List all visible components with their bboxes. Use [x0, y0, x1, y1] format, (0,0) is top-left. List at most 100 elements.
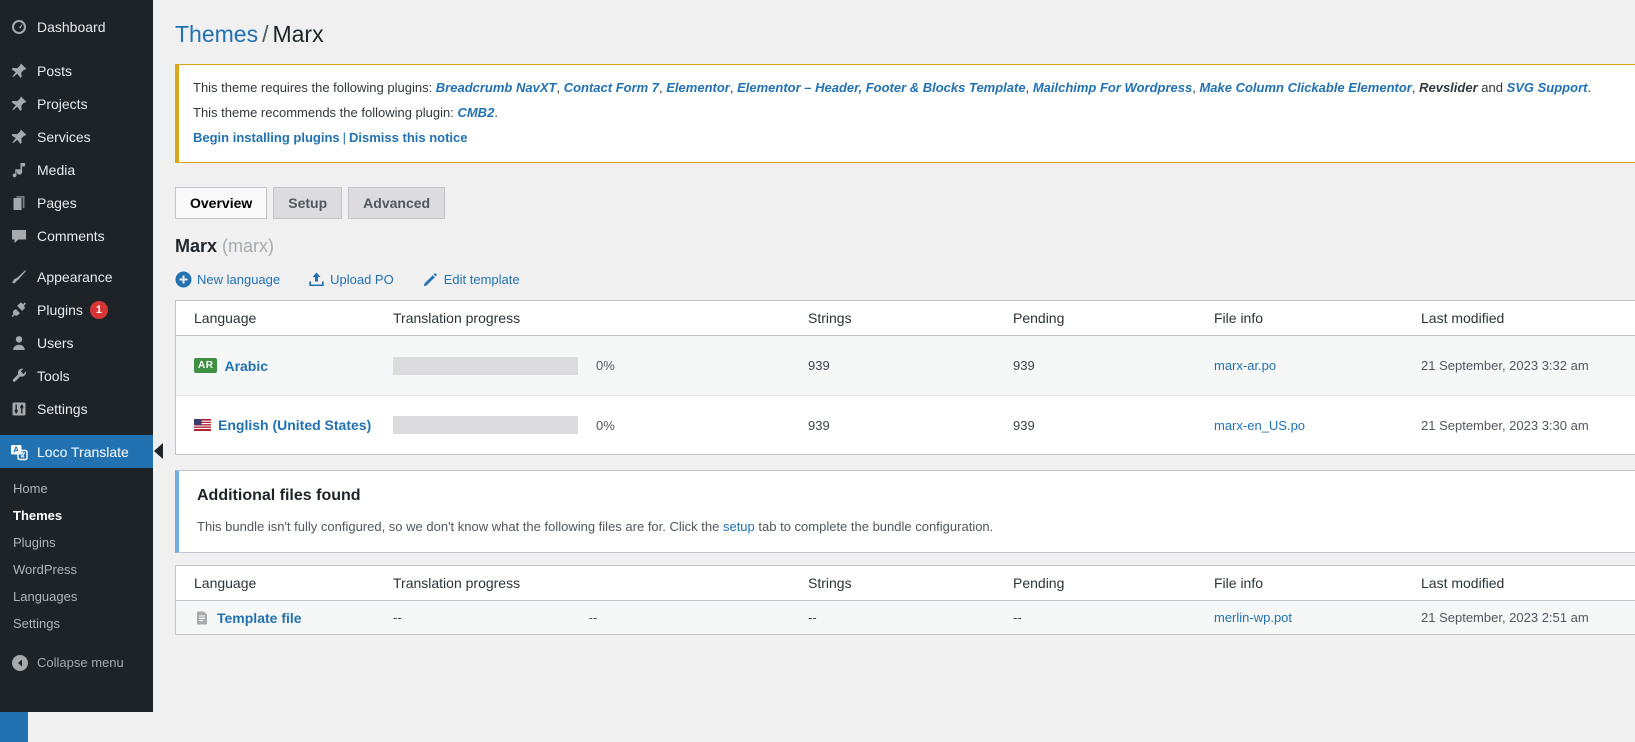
sidebar-item-media[interactable]: Media — [0, 153, 153, 186]
current-menu-arrow — [146, 443, 163, 459]
progress-bar — [393, 416, 578, 434]
breadcrumb-themes-link[interactable]: Themes — [175, 21, 258, 47]
pot-file-link[interactable]: merlin-wp.pot — [1214, 610, 1292, 625]
appearance-icon — [9, 267, 29, 287]
upload-po-button[interactable]: Upload PO — [308, 271, 394, 288]
submenu-item-home[interactable]: Home — [0, 475, 153, 502]
pending-count: 939 — [1013, 418, 1214, 433]
last-modified-date: 21 September, 2023 3:30 am — [1421, 418, 1635, 433]
settings-icon — [9, 399, 29, 419]
upload-icon — [308, 271, 325, 288]
tab-overview[interactable]: Overview — [175, 187, 267, 219]
template-table: Language Translation progress Strings Pe… — [175, 565, 1635, 635]
sidebar-item-appearance[interactable]: Appearance — [0, 260, 153, 293]
sidebar-item-plugins[interactable]: Plugins 1 — [0, 293, 153, 326]
sidebar-item-label: Posts — [37, 63, 72, 79]
language-link[interactable]: English (United States) — [218, 417, 371, 433]
strings-count: 939 — [808, 418, 1013, 433]
sidebar-item-services[interactable]: Services — [0, 120, 153, 153]
submenu-item-languages[interactable]: Languages — [0, 583, 153, 610]
table-row-english-us: English (United States) 0% 939 939 marx-… — [176, 395, 1635, 454]
po-file-link[interactable]: marx-en_US.po — [1214, 418, 1305, 433]
pending-count: -- — [1013, 610, 1214, 625]
additional-files-panel: Additional files found This bundle isn't… — [175, 470, 1635, 553]
sidebar-item-tools[interactable]: Tools — [0, 359, 153, 392]
plugin-link[interactable]: Elementor – Header, Footer & Blocks Temp… — [737, 80, 1026, 95]
col-progress: Translation progress — [393, 575, 808, 591]
document-icon — [194, 610, 210, 626]
edit-template-button[interactable]: Edit template — [422, 271, 520, 288]
dismiss-notice-link[interactable]: Dismiss this notice — [349, 130, 467, 145]
submenu-item-wordpress[interactable]: WordPress — [0, 556, 153, 583]
template-file-link[interactable]: Template file — [217, 610, 302, 626]
bundle-actions: New language Upload PO Edit template — [175, 271, 1635, 288]
col-language: Language — [194, 575, 393, 591]
breadcrumb: Themes/Marx — [175, 20, 1635, 49]
sidebar-item-label: Plugins — [37, 302, 83, 318]
sidebar-item-label: Settings — [37, 401, 88, 417]
tgmpa-plugin-notice: This theme requires the following plugin… — [175, 64, 1635, 163]
col-last-modified: Last modified — [1421, 310, 1635, 326]
last-modified-date: 21 September, 2023 2:51 am — [1421, 610, 1635, 625]
percent-dash: -- — [589, 610, 598, 625]
sidebar-item-settings[interactable]: Settings — [0, 392, 153, 425]
loco-translate-submenu: Home Themes Plugins WordPress Languages … — [0, 468, 153, 649]
submenu-item-plugins[interactable]: Plugins — [0, 529, 153, 556]
sidebar-item-comments[interactable]: Comments — [0, 219, 153, 252]
tools-icon — [9, 366, 29, 386]
plugin-link[interactable]: Make Column Clickable Elementor — [1199, 80, 1411, 95]
bundle-heading: Marx (marx) — [175, 236, 1635, 257]
plugin-link[interactable]: Contact Form 7 — [564, 80, 659, 95]
setup-tab-link[interactable]: setup — [723, 519, 755, 534]
submenu-item-settings[interactable]: Settings — [0, 610, 153, 637]
tab-advanced[interactable]: Advanced — [348, 187, 445, 219]
col-last-modified: Last modified — [1421, 575, 1635, 591]
col-strings: Strings — [808, 575, 1013, 591]
sidebar-item-posts[interactable]: Posts — [0, 54, 153, 87]
collapse-menu-label: Collapse menu — [37, 655, 124, 670]
notice-required-line: This theme requires the following plugin… — [193, 75, 1635, 100]
pin-icon — [9, 61, 29, 81]
col-progress: Translation progress — [393, 310, 808, 326]
po-file-link[interactable]: marx-ar.po — [1214, 358, 1276, 373]
tab-setup[interactable]: Setup — [273, 187, 342, 219]
locale-badge-ar: AR — [194, 358, 217, 373]
sidebar-item-label: Tools — [37, 368, 70, 384]
plugin-link[interactable]: SVG Support — [1507, 80, 1588, 95]
submenu-item-themes[interactable]: Themes — [0, 502, 153, 529]
language-link[interactable]: Arabic — [224, 358, 268, 374]
pending-count: 939 — [1013, 358, 1214, 373]
media-icon — [9, 160, 29, 180]
plugins-update-badge: 1 — [90, 301, 108, 319]
sidebar-item-label: Loco Translate — [37, 444, 129, 460]
sidebar-item-label: Comments — [37, 228, 105, 244]
translate-icon: A — [9, 442, 29, 462]
sidebar-item-loco-translate[interactable]: A Loco Translate — [0, 435, 153, 468]
new-language-button[interactable]: New language — [175, 271, 280, 288]
plugin-link[interactable]: Elementor — [666, 80, 730, 95]
plugin-name-revslider: Revslider — [1419, 80, 1478, 95]
begin-installing-plugins-link[interactable]: Begin installing plugins — [193, 130, 340, 145]
notice-recommended-line: This theme recommends the following plug… — [193, 100, 1635, 125]
sidebar-item-pages[interactable]: Pages — [0, 186, 153, 219]
table-row-template-file: Template file -- -- -- -- merlin-wp.pot … — [176, 601, 1635, 634]
bundle-tabs: Overview Setup Advanced — [175, 187, 1635, 219]
plugin-link[interactable]: Breadcrumb NavXT — [436, 80, 557, 95]
last-modified-date: 21 September, 2023 3:32 am — [1421, 358, 1635, 373]
sidebar-item-users[interactable]: Users — [0, 326, 153, 359]
col-pending: Pending — [1013, 575, 1214, 591]
sidebar-item-label: Pages — [37, 195, 77, 211]
collapse-menu-button[interactable]: Collapse menu — [0, 646, 153, 679]
col-file-info: File info — [1214, 310, 1421, 326]
us-flag-icon — [194, 419, 211, 431]
strings-count: 939 — [808, 358, 1013, 373]
col-pending: Pending — [1013, 310, 1214, 326]
sidebar-item-dashboard[interactable]: Dashboard — [0, 10, 153, 43]
bundle-slug: (marx) — [222, 236, 274, 256]
plugin-link-cmb2[interactable]: CMB2 — [457, 105, 494, 120]
table-row-arabic: AR Arabic 0% 939 939 marx-ar.po 21 Septe… — [176, 336, 1635, 395]
sidebar-item-projects[interactable]: Projects — [0, 87, 153, 120]
sidebar-bottom-accent — [0, 712, 28, 742]
sidebar-item-label: Services — [37, 129, 91, 145]
plugin-link[interactable]: Mailchimp For Wordpress — [1033, 80, 1192, 95]
